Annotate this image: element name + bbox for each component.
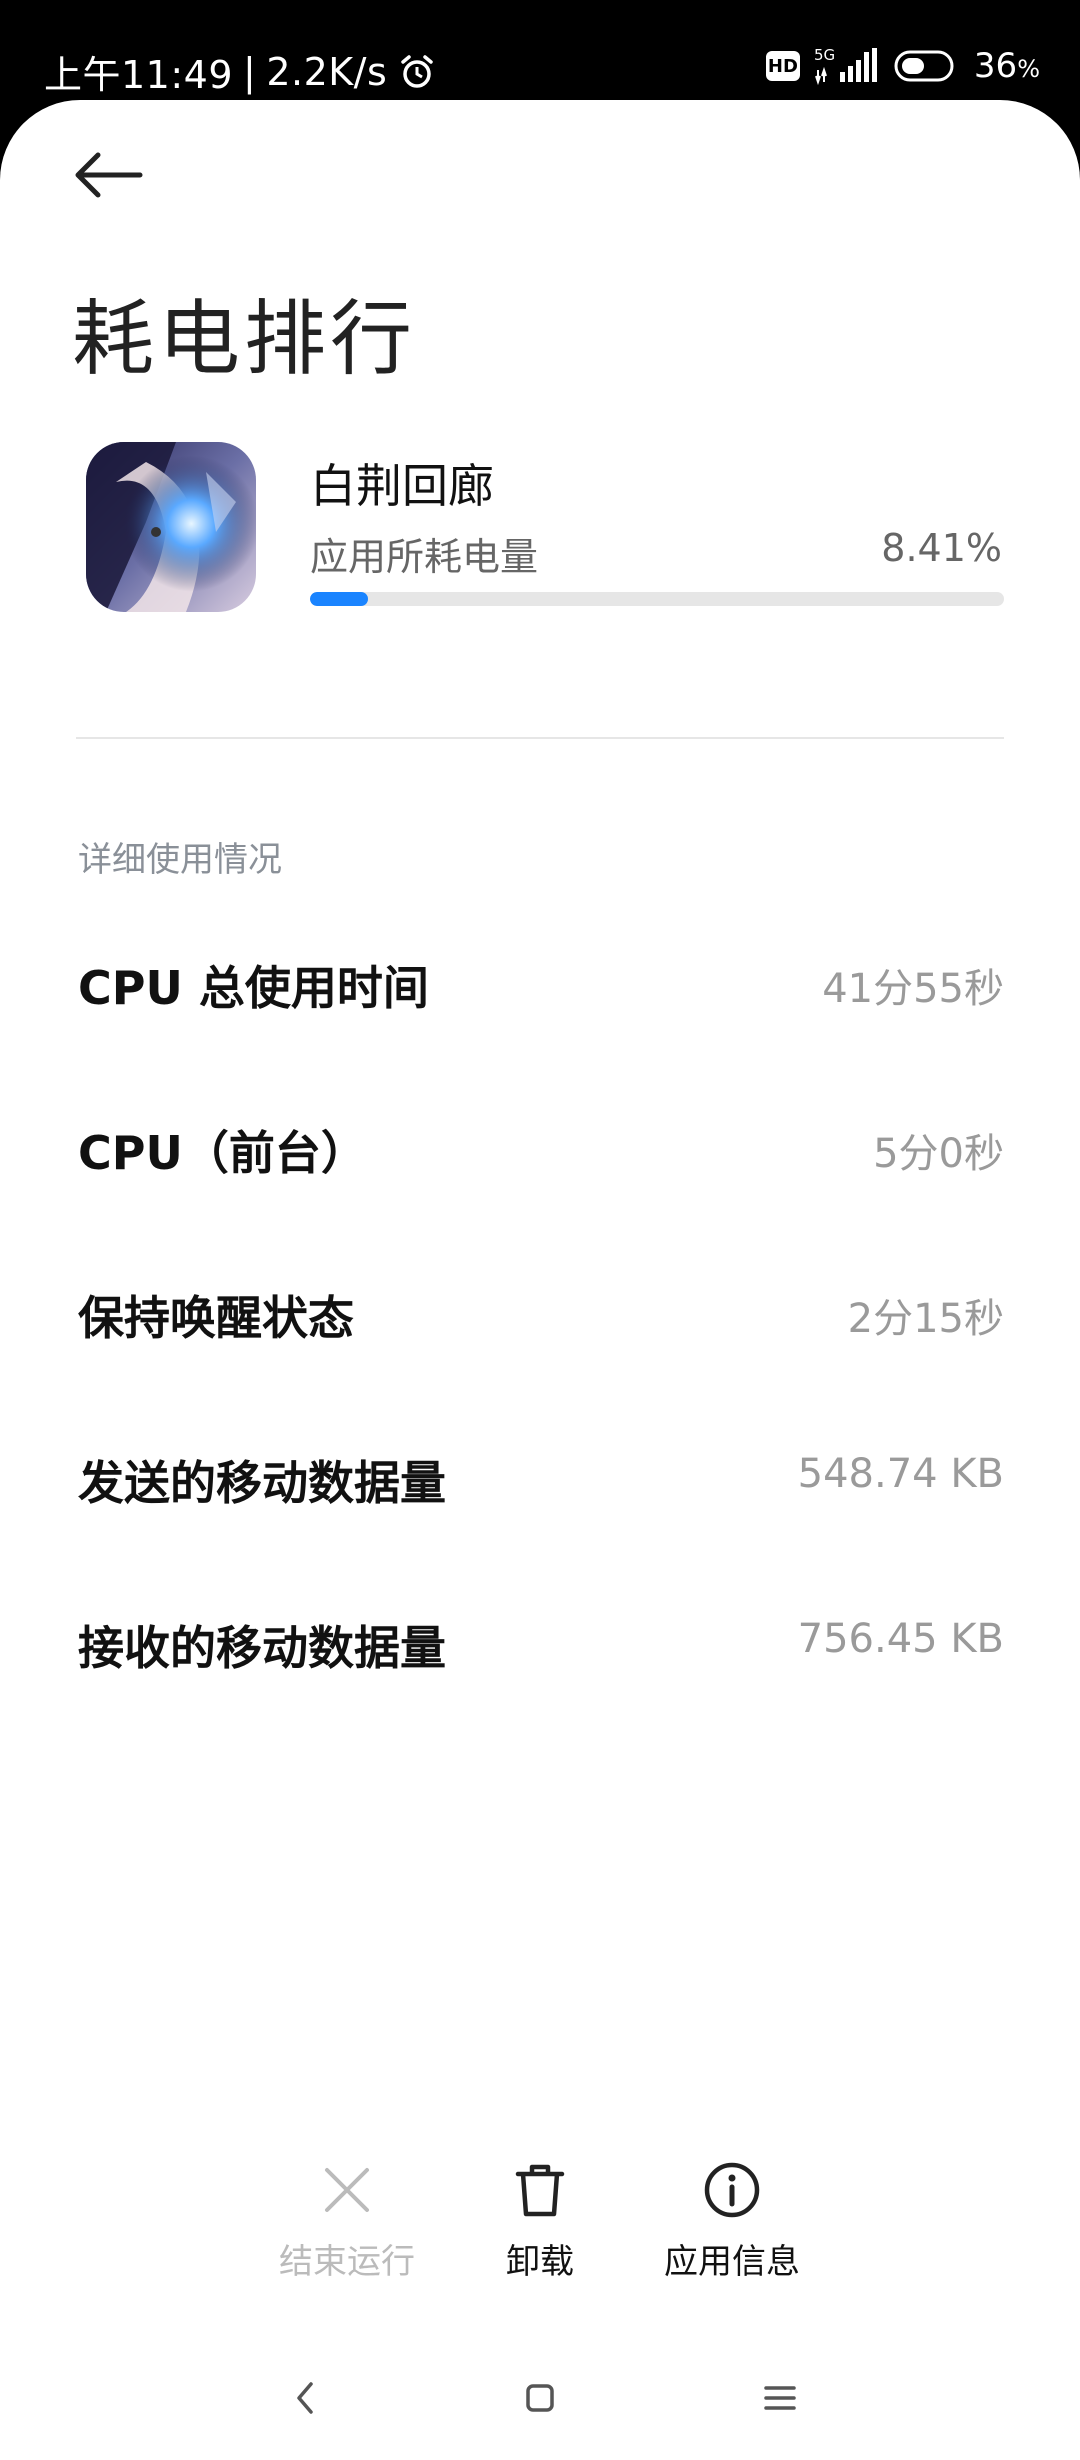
app-icon: [86, 442, 256, 612]
detail-value: 2分15秒: [847, 1296, 1004, 1342]
force-stop-button[interactable]: 结束运行: [237, 2160, 457, 2283]
section-header: 详细使用情况: [78, 840, 282, 880]
menu-nav-icon[interactable]: [750, 2368, 810, 2428]
status-net-speed: 2.2K/s: [266, 49, 388, 94]
usage-percent: 8.41%: [881, 526, 1002, 570]
page-title: 耗电排行: [72, 292, 417, 387]
usage-progress-bar: [310, 592, 1004, 606]
info-icon: [704, 2162, 760, 2218]
detail-row-data-sent: 发送的移动数据量 548.74 KB: [78, 1447, 1004, 1527]
detail-label: CPU 总使用时间: [78, 961, 429, 1015]
app-name: 白荆回廊: [310, 459, 494, 513]
detail-label: 接收的移动数据量: [78, 1621, 446, 1675]
detail-label: CPU（前台）: [78, 1126, 367, 1180]
detail-value: 756.45 KB: [797, 1616, 1004, 1662]
battery-icon: [894, 50, 954, 82]
detail-value: 5分0秒: [873, 1131, 1004, 1177]
home-nav-icon[interactable]: [510, 2368, 570, 2428]
hd-icon: HD: [765, 51, 800, 81]
detail-row-cpu-foreground: CPU（前台） 5分0秒: [78, 1117, 1004, 1197]
app-info-button[interactable]: 应用信息: [622, 2160, 842, 2283]
back-nav-icon[interactable]: [275, 2368, 335, 2428]
network-type: 5G: [814, 46, 835, 64]
detail-label: 保持唤醒状态: [78, 1291, 354, 1345]
status-separator: |: [243, 49, 257, 94]
alarm-icon: [401, 54, 434, 88]
battery-percent: 36%: [973, 46, 1040, 86]
detail-row-data-received: 接收的移动数据量 756.45 KB: [78, 1612, 1004, 1692]
status-right: HD 5G 36%: [765, 46, 1040, 86]
force-stop-label: 结束运行: [279, 2242, 415, 2282]
uninstall-label: 卸载: [506, 2242, 574, 2282]
signal-icon: 5G: [814, 46, 877, 86]
trash-icon: [515, 2164, 565, 2217]
detail-row-wake: 保持唤醒状态 2分15秒: [78, 1282, 1004, 1362]
usage-progress-fill: [310, 592, 369, 606]
detail-label: 发送的移动数据量: [78, 1456, 446, 1510]
detail-value: 41分55秒: [822, 966, 1004, 1012]
detail-value: 548.74 KB: [797, 1451, 1004, 1497]
back-button[interactable]: [70, 145, 150, 205]
usage-label: 应用所耗电量: [310, 535, 539, 579]
detail-row-cpu-total: CPU 总使用时间 41分55秒: [78, 952, 1004, 1032]
status-left: 上午11:49 | 2.2K/s: [44, 44, 437, 99]
status-time: 上午11:49: [44, 53, 234, 97]
close-icon: [325, 2168, 369, 2212]
app-info-label: 应用信息: [664, 2242, 800, 2282]
uninstall-button[interactable]: 卸载: [430, 2160, 650, 2283]
divider: [76, 737, 1004, 739]
